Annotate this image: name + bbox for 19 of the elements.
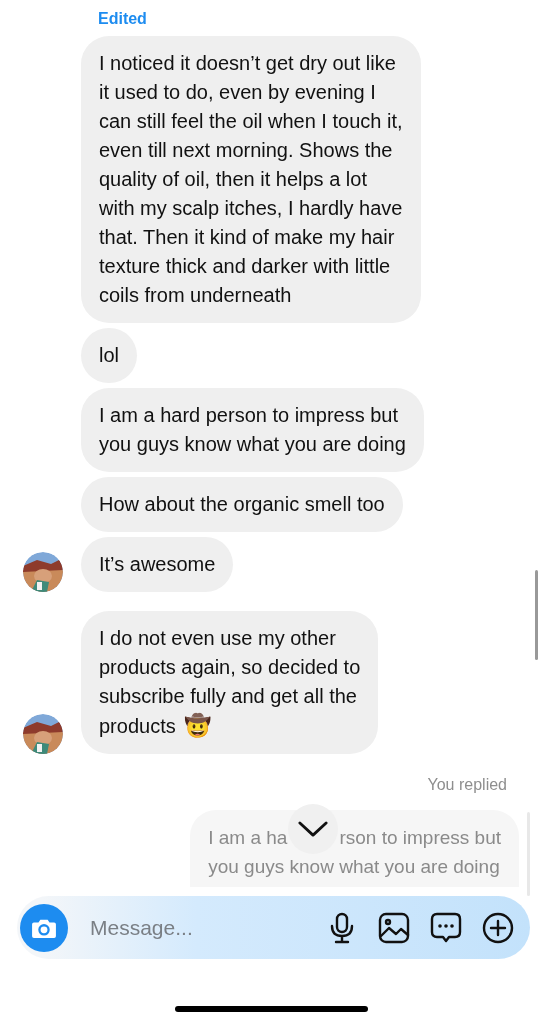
add-icon[interactable] xyxy=(482,911,514,944)
message-text: lol xyxy=(99,343,119,368)
edited-label: Edited xyxy=(97,9,147,29)
message-text: I do not even use my other products again, so decided to subscribe fully and get all the products 🤠 xyxy=(99,626,361,740)
chat-bubble-icon[interactable] xyxy=(430,911,462,944)
message-text: I am a hard person to impress but you guys know what you are doing xyxy=(99,403,406,457)
message-field[interactable]: Message... xyxy=(88,914,306,941)
message-text: How about the organic smell too xyxy=(99,492,385,517)
reply-text: you guys know what you are doing xyxy=(208,855,501,879)
reply-text: rson to impress but xyxy=(339,826,501,850)
emoji: 🤠 xyxy=(183,713,211,738)
scroll-down-button[interactable] xyxy=(288,804,339,854)
message-text: It’s awesome xyxy=(99,552,216,577)
reply-text: I am a ha xyxy=(208,826,288,850)
image-icon[interactable] xyxy=(378,911,410,944)
message-text: I noticed it doesn’t get dry out like it used to do, even by evening I can still feel the oil when I touch it, even till next morning. Shows the quality of oil, then it helps a lot with my scalp itches, I hardly have that. Then it kind of make my hair texture thick and darker with little coils from underneath xyxy=(99,51,403,308)
reply-label: You replied xyxy=(427,776,508,794)
camera-button[interactable] xyxy=(20,903,68,952)
chevron-down-icon xyxy=(298,820,329,838)
